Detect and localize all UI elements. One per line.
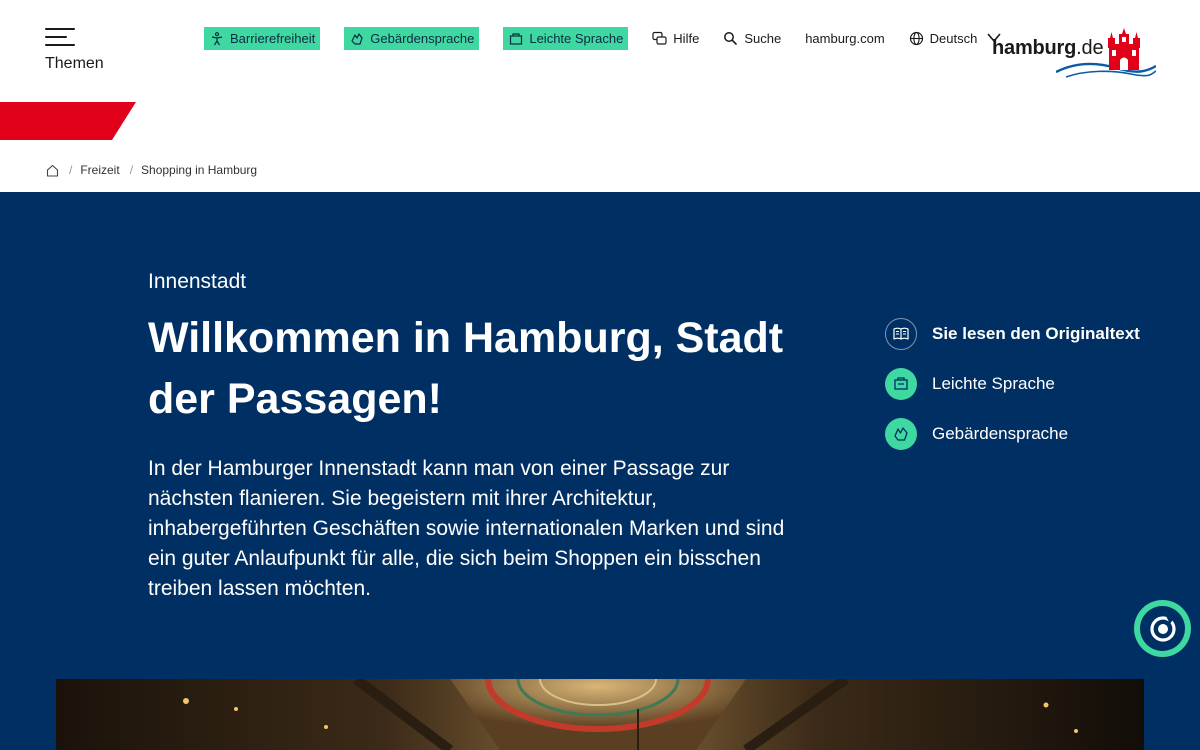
- page-title: Willkommen in Hamburg, Stadt der Passage…: [148, 314, 784, 423]
- accessibility-icon: [211, 31, 223, 45]
- language-switcher[interactable]: Deutsch: [909, 27, 978, 50]
- easy-language-link[interactable]: Leichte Sprache: [503, 27, 629, 50]
- language-label: Deutsch: [929, 31, 978, 46]
- hero-lead-text: In der Hamburger Innenstadt kann man von…: [148, 457, 785, 600]
- search-label: Suche: [744, 31, 782, 46]
- themen-menu-button[interactable]: Themen: [44, 26, 114, 78]
- site-header: Themen Barrierefreiheit Gebärdensprache …: [0, 0, 1200, 102]
- hamburger-menu-icon: [45, 28, 75, 46]
- globe-icon: [909, 31, 923, 46]
- hero-section: Innenstadt Willkommen in Hamburg, Stadt …: [0, 192, 1200, 750]
- reading-mode-options: Sie lesen den Originaltext Leichte Sprac…: [885, 318, 1165, 468]
- sign-language-label: Gebärdensprache: [370, 31, 475, 46]
- logo-tld: .de: [1076, 37, 1104, 59]
- sign-language-icon: [885, 418, 917, 450]
- feedback-button[interactable]: [1134, 600, 1191, 657]
- breadcrumb: / Freizeit / Shopping in Hamburg: [46, 160, 257, 180]
- logo-wordmark: hamburg.de: [992, 37, 1104, 60]
- easy-language-option-label: Leichte Sprache: [932, 374, 1055, 393]
- hamburg-com-label: hamburg.com: [805, 31, 885, 46]
- search-link[interactable]: Suche: [723, 27, 781, 50]
- original-text-label: Sie lesen den Originaltext: [932, 324, 1140, 343]
- breadcrumb-separator: /: [129, 163, 134, 177]
- sign-language-option-label: Gebärdensprache: [932, 424, 1069, 443]
- hamburg-castle-crest-icon: [1108, 28, 1140, 70]
- top-navigation: Barrierefreiheit Gebärdensprache Leichte…: [204, 27, 1001, 50]
- help-chat-icon: [652, 31, 667, 45]
- sign-language-icon: [351, 32, 363, 45]
- accessibility-link[interactable]: Barrierefreiheit: [204, 27, 321, 50]
- easy-language-option[interactable]: Leichte Sprache: [885, 368, 1165, 400]
- easy-language-label: Leichte Sprache: [529, 31, 624, 46]
- breadcrumb-separator: /: [69, 163, 73, 177]
- original-text-option[interactable]: Sie lesen den Originaltext: [885, 318, 1165, 350]
- easy-language-icon: [885, 368, 917, 400]
- help-link[interactable]: Hilfe: [652, 27, 699, 50]
- hamburg-de-logo[interactable]: hamburg.de: [992, 28, 1162, 80]
- sign-language-link[interactable]: Gebärdensprache: [344, 27, 480, 50]
- accessibility-label: Barrierefreiheit: [230, 31, 316, 46]
- hero-kicker: Innenstadt: [148, 270, 247, 293]
- breadcrumb-item-shopping[interactable]: Shopping in Hamburg: [141, 163, 257, 177]
- home-icon[interactable]: [46, 164, 59, 177]
- help-label: Hilfe: [673, 31, 700, 46]
- hero-image-passage: [56, 679, 1144, 750]
- feedback-button-inner: [1140, 606, 1185, 651]
- brand-red-stripe: [0, 102, 136, 140]
- feedback-circle-icon: [1149, 615, 1176, 642]
- themen-menu-label: Themen: [45, 55, 104, 72]
- logo-word: hamburg: [992, 37, 1077, 59]
- sign-language-option[interactable]: Gebärdensprache: [885, 418, 1165, 450]
- easy-language-icon: [510, 32, 523, 45]
- book-icon: [885, 318, 917, 350]
- breadcrumb-item-freizeit[interactable]: Freizeit: [80, 163, 119, 177]
- hamburg-com-link[interactable]: hamburg.com: [805, 27, 884, 50]
- search-icon: [724, 32, 738, 45]
